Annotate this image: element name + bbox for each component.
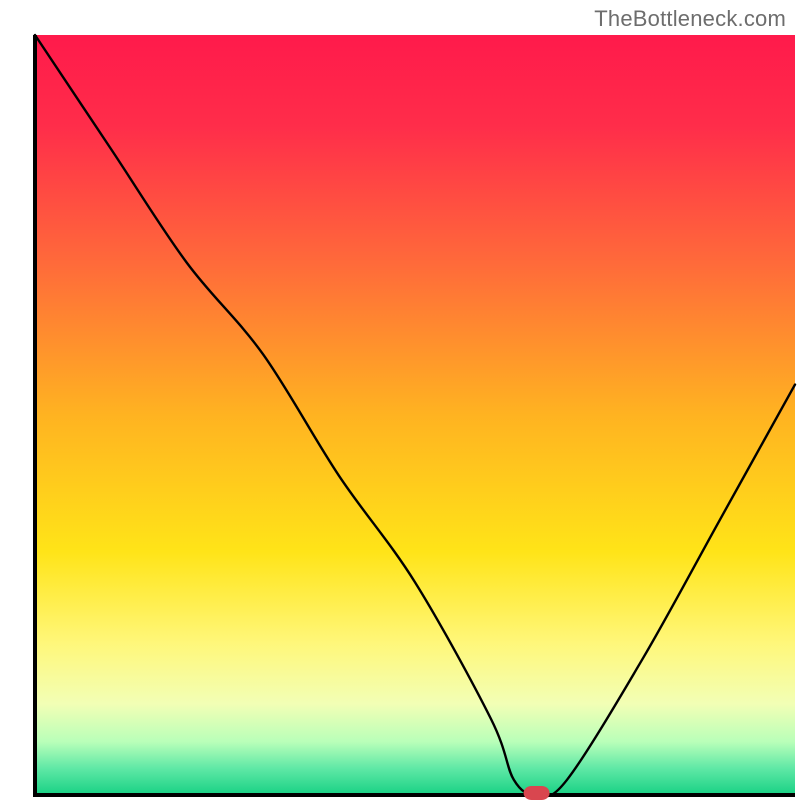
plot-background (35, 35, 795, 795)
bottleneck-chart: TheBottleneck.com (0, 0, 800, 800)
watermark-text: TheBottleneck.com (594, 6, 786, 32)
optimum-marker (524, 786, 550, 800)
chart-svg (0, 0, 800, 800)
